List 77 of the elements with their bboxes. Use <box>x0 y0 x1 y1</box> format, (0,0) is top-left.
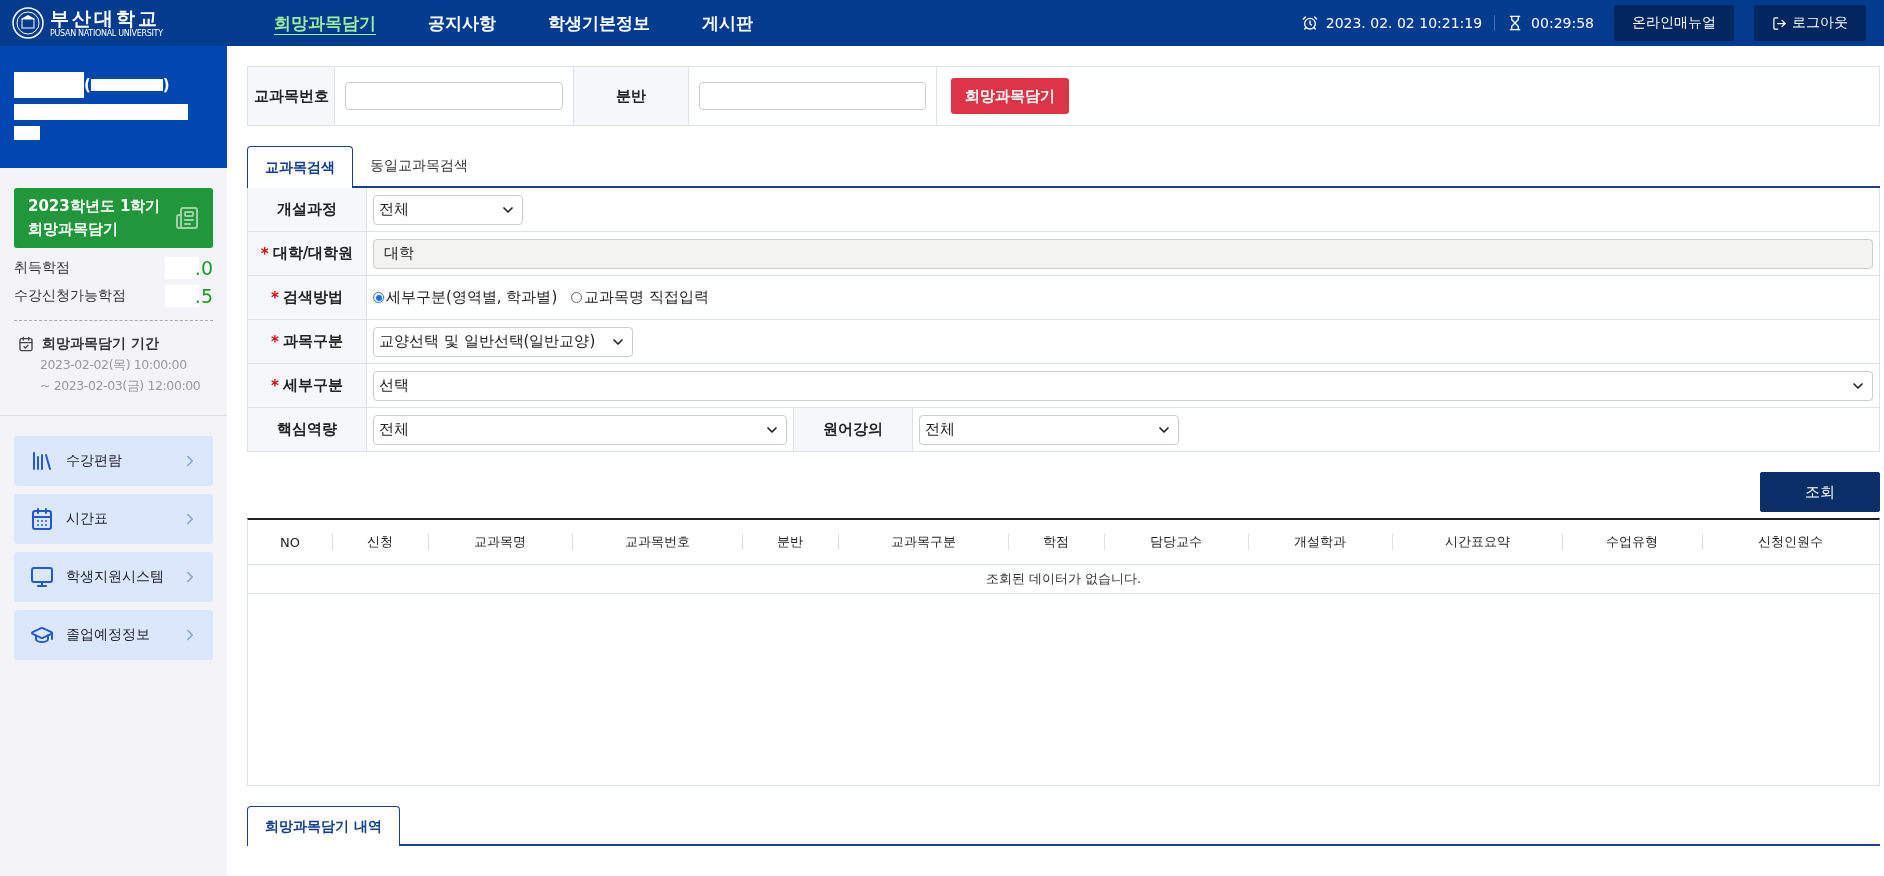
logout-button[interactable]: 로그아웃 <box>1754 5 1866 41</box>
term-card[interactable]: 2023학년도 1학기 희망과목담기 <box>14 188 213 248</box>
bracket-text: ) <box>162 76 170 94</box>
empty-message: 조회된 데이터가 없습니다. <box>248 564 1879 594</box>
current-datetime: 2023. 02. 02 10:21:19 <box>1325 15 1483 31</box>
label-text: 개설과정 <box>277 200 337 219</box>
select-field[interactable]: 전체 <box>373 414 787 445</box>
label-text: 핵심역량 <box>277 420 337 439</box>
required-mark: * <box>271 376 279 395</box>
column-header: NO <box>279 533 301 552</box>
column-header: 개설학과 <box>1248 520 1392 564</box>
tab[interactable]: 희망과목담기 내역 <box>247 806 400 846</box>
credit-label: 수강신청가능학점 <box>14 287 126 305</box>
redaction-mark <box>14 72 84 98</box>
required-mark: * <box>271 332 279 351</box>
session-timer: 00:29:58 <box>1531 15 1594 31</box>
calendar-icon <box>18 336 34 352</box>
column-header: 학점 <box>1008 520 1104 564</box>
column-header: 교과목구분 <box>838 520 1008 564</box>
side-menu-item[interactable]: 학생지원시스템 <box>14 552 213 602</box>
logo-name: 부산대학교 <box>50 8 160 28</box>
column-header: 시간표요약 <box>1392 520 1562 564</box>
logo-subtitle: PUSAN NATIONAL UNIVERSITY <box>50 29 163 38</box>
label-text: 세부구분 <box>282 376 343 395</box>
bracket-text: ( <box>84 76 91 94</box>
side-menu-item[interactable]: 시간표 <box>14 494 213 544</box>
period-date: 2023-02-02(목) 10:00:00 <box>40 357 188 374</box>
column-header: 수업유형 <box>1562 520 1702 564</box>
label-text: 과목구분 <box>282 332 343 351</box>
period-title: 희망과목담기 기간 <box>42 335 159 353</box>
nav-link[interactable]: 희망과목담기 <box>274 11 376 35</box>
column-header: 담당교수 <box>1104 520 1248 564</box>
alarm-clock-icon <box>1301 15 1318 31</box>
credit-value: .5 <box>164 285 213 307</box>
column-header: 신청 <box>332 520 428 564</box>
side-menu-item[interactable]: 졸업예정정보 <box>14 610 213 660</box>
readonly-field: 대학 <box>373 238 1873 269</box>
select-field[interactable]: 교양선택 및 일반선택(일반교양) <box>373 326 633 357</box>
radio-option[interactable]: 세부구분(영역별, 학과별) <box>373 288 558 307</box>
period-date: ~ 2023-02-03(금) 12:00:00 <box>40 378 202 395</box>
label-text: 검색방법 <box>282 288 343 307</box>
redaction-mark <box>14 126 40 140</box>
field-label: 교과목번호 <box>248 67 335 125</box>
credit-label: 취득학점 <box>14 259 70 277</box>
select-field[interactable]: 선택 <box>373 370 1873 401</box>
required-mark: * <box>260 244 269 263</box>
nav-link[interactable]: 학생기본정보 <box>548 11 650 35</box>
university-emblem-icon <box>12 7 44 39</box>
nav-link[interactable]: 게시판 <box>702 11 753 35</box>
nav-link[interactable]: 공지사항 <box>428 11 496 35</box>
term-card-text: 2023학년도 1학기 <box>28 196 161 217</box>
radio-option[interactable]: 교과목명 직접입력 <box>571 288 710 307</box>
input-field[interactable] <box>699 82 926 110</box>
logout-icon <box>1772 15 1787 31</box>
credit-value: .0 <box>164 257 213 279</box>
query-button[interactable]: 조회 <box>1760 472 1880 512</box>
column-header: 교과목번호 <box>572 520 742 564</box>
add-wish-button[interactable]: 희망과목담기 <box>951 78 1069 114</box>
column-header: 교과목명 <box>428 520 572 564</box>
input-field[interactable] <box>345 82 563 110</box>
monitor-icon <box>30 565 54 589</box>
side-menu-item[interactable]: 수강편람 <box>14 436 213 486</box>
select-field[interactable]: 전체 <box>373 194 523 225</box>
books-icon <box>30 449 54 473</box>
field-label: 분반 <box>574 67 689 125</box>
term-card-text: 희망과목담기 <box>28 219 119 240</box>
manual-button[interactable]: 온라인매뉴얼 <box>1614 5 1734 41</box>
tab[interactable]: 동일교과목검색 <box>353 146 485 186</box>
label-text: 원어강의 <box>823 420 883 439</box>
required-mark: * <box>271 288 279 307</box>
calendar-icon <box>30 507 54 531</box>
select-field[interactable]: 전체 <box>919 414 1179 445</box>
column-header: 분반 <box>742 520 838 564</box>
column-header: 신청인원수 <box>1702 520 1879 564</box>
document-icon <box>175 206 199 230</box>
label-text: 대학/대학원 <box>272 244 354 263</box>
tab[interactable]: 교과목검색 <box>247 146 353 188</box>
